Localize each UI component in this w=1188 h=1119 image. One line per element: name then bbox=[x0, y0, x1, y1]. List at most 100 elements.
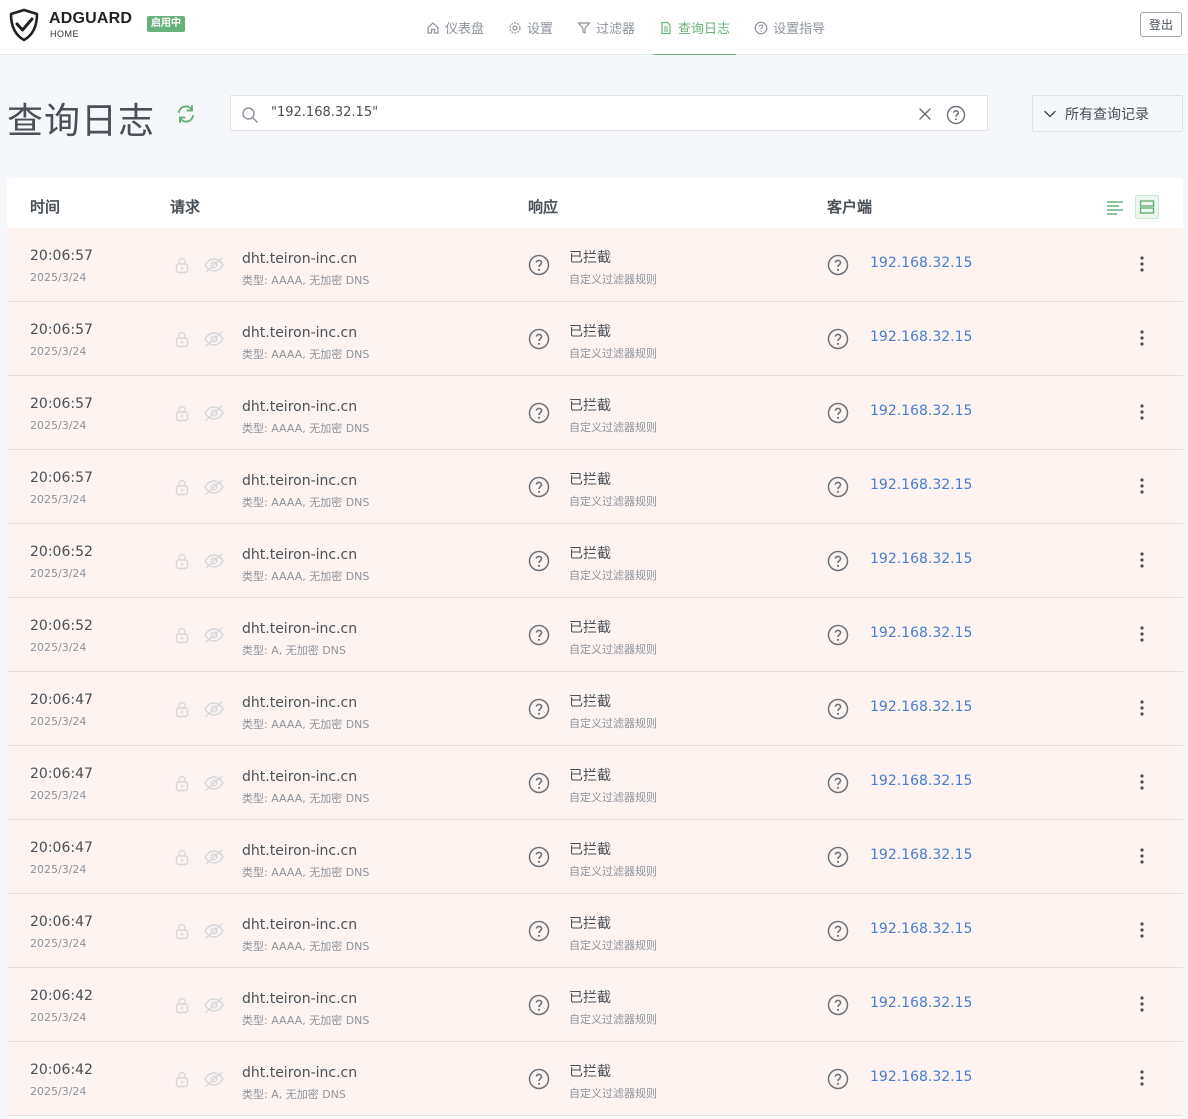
row-client-link[interactable]: 192.168.32.15 bbox=[870, 329, 972, 345]
response-info-icon[interactable] bbox=[528, 920, 550, 942]
nav-query-log[interactable]: 查询日志 bbox=[653, 0, 737, 55]
search-input[interactable]: "192.168.32.15" bbox=[271, 105, 378, 120]
client-info-icon[interactable] bbox=[827, 846, 849, 868]
column-header-response: 响应 bbox=[528, 198, 559, 216]
table-row[interactable]: 20:06:57 2025/3/24 dht.teiron-inc.cn 类型:… bbox=[7, 302, 1183, 376]
row-menu-button[interactable] bbox=[1134, 697, 1150, 719]
query-filter-select[interactable]: 所有查询记录 bbox=[1032, 95, 1183, 132]
row-rule: 自定义过滤器规则 bbox=[569, 421, 657, 434]
client-info-icon[interactable] bbox=[827, 1068, 849, 1090]
more-vertical-icon bbox=[1140, 774, 1144, 790]
row-client-link[interactable]: 192.168.32.15 bbox=[870, 921, 972, 937]
lock-icon bbox=[175, 775, 189, 792]
row-rule: 自定义过滤器规则 bbox=[569, 1013, 657, 1026]
response-info-icon[interactable] bbox=[528, 994, 550, 1016]
row-menu-button[interactable] bbox=[1134, 993, 1150, 1015]
adguard-shield-logo-icon[interactable] bbox=[7, 8, 41, 42]
client-info-icon[interactable] bbox=[827, 254, 849, 276]
row-client-link[interactable]: 192.168.32.15 bbox=[870, 1069, 972, 1085]
row-rule: 自定义过滤器规则 bbox=[569, 1087, 657, 1100]
row-menu-button[interactable] bbox=[1134, 401, 1150, 423]
response-info-icon[interactable] bbox=[528, 624, 550, 646]
row-rule: 自定义过滤器规则 bbox=[569, 569, 657, 582]
nav-setup-guide-label: 设置指导 bbox=[773, 22, 826, 37]
row-menu-button[interactable] bbox=[1134, 771, 1150, 793]
response-info-icon[interactable] bbox=[528, 476, 550, 498]
table-row[interactable]: 20:06:47 2025/3/24 dht.teiron-inc.cn 类型:… bbox=[7, 746, 1183, 820]
logout-button[interactable]: 登出 bbox=[1140, 12, 1182, 37]
row-date: 2025/3/24 bbox=[30, 863, 87, 876]
eye-slash-icon bbox=[204, 405, 224, 421]
client-info-icon[interactable] bbox=[827, 328, 849, 350]
row-menu-button[interactable] bbox=[1134, 1067, 1150, 1089]
table-row[interactable]: 20:06:52 2025/3/24 dht.teiron-inc.cn 类型:… bbox=[7, 524, 1183, 598]
row-domain: dht.teiron-inc.cn bbox=[242, 621, 358, 637]
table-row[interactable]: 20:06:47 2025/3/24 dht.teiron-inc.cn 类型:… bbox=[7, 820, 1183, 894]
close-icon[interactable] bbox=[917, 106, 933, 122]
client-info-icon[interactable] bbox=[827, 772, 849, 794]
search-box[interactable]: "192.168.32.15" bbox=[230, 95, 988, 131]
row-menu-button[interactable] bbox=[1134, 845, 1150, 867]
client-info-icon[interactable] bbox=[827, 994, 849, 1016]
row-type: 类型: AAAA, 无加密 DNS bbox=[242, 718, 370, 731]
response-info-icon[interactable] bbox=[528, 1068, 550, 1090]
row-menu-button[interactable] bbox=[1134, 549, 1150, 571]
row-menu-button[interactable] bbox=[1134, 623, 1150, 645]
nav-setup-guide[interactable]: 设置指导 bbox=[748, 0, 831, 55]
client-info-icon[interactable] bbox=[827, 698, 849, 720]
table-row[interactable]: 20:06:57 2025/3/24 dht.teiron-inc.cn 类型:… bbox=[7, 376, 1183, 450]
client-info-icon[interactable] bbox=[827, 476, 849, 498]
brand-name[interactable]: ADGUARD bbox=[49, 10, 132, 28]
row-status: 已拦截 bbox=[569, 990, 611, 1006]
row-client-link[interactable]: 192.168.32.15 bbox=[870, 699, 972, 715]
row-date: 2025/3/24 bbox=[30, 789, 87, 802]
refresh-icon[interactable] bbox=[175, 103, 197, 125]
table-row[interactable]: 20:06:52 2025/3/24 dht.teiron-inc.cn 类型:… bbox=[7, 598, 1183, 672]
row-time: 20:06:47 bbox=[30, 692, 93, 708]
client-info-icon[interactable] bbox=[827, 402, 849, 424]
response-info-icon[interactable] bbox=[528, 772, 550, 794]
row-status: 已拦截 bbox=[569, 546, 611, 562]
table-row[interactable]: 20:06:57 2025/3/24 dht.teiron-inc.cn 类型:… bbox=[7, 450, 1183, 524]
row-menu-button[interactable] bbox=[1134, 475, 1150, 497]
nav-settings[interactable]: 设置 bbox=[502, 0, 559, 55]
nav-dashboard[interactable]: 仪表盘 bbox=[420, 0, 490, 55]
row-client-link[interactable]: 192.168.32.15 bbox=[870, 403, 972, 419]
client-info-icon[interactable] bbox=[827, 624, 849, 646]
row-date: 2025/3/24 bbox=[30, 641, 87, 654]
client-info-icon[interactable] bbox=[827, 550, 849, 572]
response-info-icon[interactable] bbox=[528, 550, 550, 572]
row-status: 已拦截 bbox=[569, 324, 611, 340]
table-row[interactable]: 20:06:42 2025/3/24 dht.teiron-inc.cn 类型:… bbox=[7, 968, 1183, 1042]
chevron-down-icon bbox=[1044, 110, 1056, 117]
more-vertical-icon bbox=[1140, 478, 1144, 494]
table-row[interactable]: 20:06:42 2025/3/24 dht.teiron-inc.cn 类型:… bbox=[7, 1042, 1183, 1116]
row-client-link[interactable]: 192.168.32.15 bbox=[870, 773, 972, 789]
compact-view-button[interactable] bbox=[1103, 195, 1127, 219]
help-icon[interactable] bbox=[946, 105, 966, 125]
client-info-icon[interactable] bbox=[827, 920, 849, 942]
row-menu-button[interactable] bbox=[1134, 919, 1150, 941]
row-menu-button[interactable] bbox=[1134, 253, 1150, 275]
row-domain: dht.teiron-inc.cn bbox=[242, 991, 358, 1007]
response-info-icon[interactable] bbox=[528, 254, 550, 276]
row-client-link[interactable]: 192.168.32.15 bbox=[870, 625, 972, 641]
row-client-link[interactable]: 192.168.32.15 bbox=[870, 551, 972, 567]
row-date: 2025/3/24 bbox=[30, 271, 87, 284]
row-client-link[interactable]: 192.168.32.15 bbox=[870, 847, 972, 863]
row-status: 已拦截 bbox=[569, 250, 611, 266]
response-info-icon[interactable] bbox=[528, 846, 550, 868]
table-row[interactable]: 20:06:57 2025/3/24 dht.teiron-inc.cn 类型:… bbox=[7, 228, 1183, 302]
default-view-button[interactable] bbox=[1135, 195, 1159, 219]
row-client-link[interactable]: 192.168.32.15 bbox=[870, 477, 972, 493]
response-info-icon[interactable] bbox=[528, 402, 550, 424]
table-row[interactable]: 20:06:47 2025/3/24 dht.teiron-inc.cn 类型:… bbox=[7, 894, 1183, 968]
response-info-icon[interactable] bbox=[528, 328, 550, 350]
nav-filters[interactable]: 过滤器 bbox=[571, 0, 641, 55]
more-vertical-icon bbox=[1140, 1070, 1144, 1086]
row-client-link[interactable]: 192.168.32.15 bbox=[870, 255, 972, 271]
table-row[interactable]: 20:06:47 2025/3/24 dht.teiron-inc.cn 类型:… bbox=[7, 672, 1183, 746]
response-info-icon[interactable] bbox=[528, 698, 550, 720]
row-client-link[interactable]: 192.168.32.15 bbox=[870, 995, 972, 1011]
row-menu-button[interactable] bbox=[1134, 327, 1150, 349]
